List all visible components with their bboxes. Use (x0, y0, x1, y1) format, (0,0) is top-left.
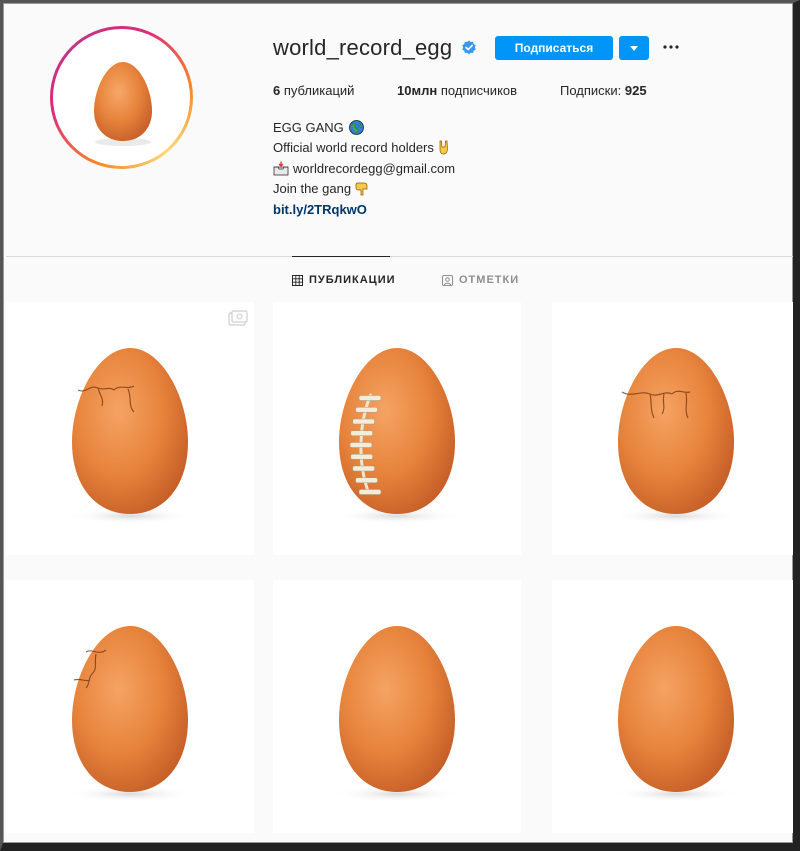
tab-posts[interactable]: ПУБЛИКАЦИИ (292, 274, 396, 286)
posts-label: публикаций (283, 83, 355, 98)
avatar-egg-image (94, 62, 152, 146)
post-thumbnail[interactable] (273, 580, 521, 833)
egg-image (612, 348, 740, 524)
profile-username: world_record_egg (273, 35, 453, 60)
tagged-icon (442, 274, 453, 286)
egg-image (333, 626, 461, 802)
active-tab-indicator (292, 256, 390, 257)
follow-button[interactable]: Подписаться (495, 36, 613, 60)
followers-count: 10млн (397, 83, 438, 98)
following-count: 925 (624, 83, 647, 98)
ellipsis-icon (663, 45, 679, 49)
profile-page: world_record_egg Подписаться 6 публикаци… (0, 0, 800, 851)
bio-line-1: Official world record holders (273, 140, 450, 155)
suggested-accounts-dropdown-button[interactable] (619, 36, 649, 60)
egg-image (66, 626, 194, 802)
egg-image (66, 348, 194, 524)
posts-count: 6 (273, 83, 281, 98)
inbox-tray-emoji-icon (273, 161, 289, 176)
profile-link[interactable]: bit.ly/2TRqkwO (273, 202, 367, 217)
pointing-down-emoji-icon (355, 182, 368, 196)
tabs-divider (6, 256, 793, 257)
tab-tagged-label: ОТМЕТКИ (459, 274, 520, 286)
bio-line-3: Join the gang (273, 181, 369, 196)
following-stat[interactable]: Подписки: 925 (560, 83, 647, 98)
tab-tagged[interactable]: ОТМЕТКИ (442, 274, 519, 286)
egg-image (612, 626, 740, 802)
post-thumbnail[interactable] (6, 302, 254, 555)
post-thumbnail[interactable] (552, 302, 793, 555)
carousel-icon (228, 310, 248, 326)
posts-count-stat: 6 публикаций (273, 83, 354, 98)
profile-full-name: EGG GANG (273, 120, 364, 135)
following-label: Подписки: (560, 83, 622, 98)
post-thumbnail[interactable] (552, 580, 793, 833)
bio-text-3: Join the gang (273, 181, 352, 196)
bio-line-2: worldrecordegg@gmail.com (273, 161, 455, 176)
globe-emoji-icon (348, 120, 364, 135)
egg-image (333, 348, 461, 524)
verified-badge-icon (462, 40, 476, 55)
avatar[interactable] (50, 26, 193, 169)
caret-down-icon (630, 45, 638, 51)
followers-label: подписчиков (440, 83, 518, 98)
post-thumbnail[interactable] (6, 580, 254, 833)
followers-stat[interactable]: 10млн подписчиков (397, 83, 517, 98)
grid-icon (292, 274, 303, 286)
bio-email-text: worldrecordegg@gmail.com (293, 161, 456, 176)
bio-text-1: Official world record holders (273, 140, 434, 155)
more-options-button[interactable] (661, 37, 681, 57)
rock-hand-emoji-icon (439, 140, 448, 155)
post-thumbnail[interactable] (273, 302, 521, 555)
tab-posts-label: ПУБЛИКАЦИИ (309, 274, 396, 286)
full-name-text: EGG GANG (273, 120, 344, 135)
